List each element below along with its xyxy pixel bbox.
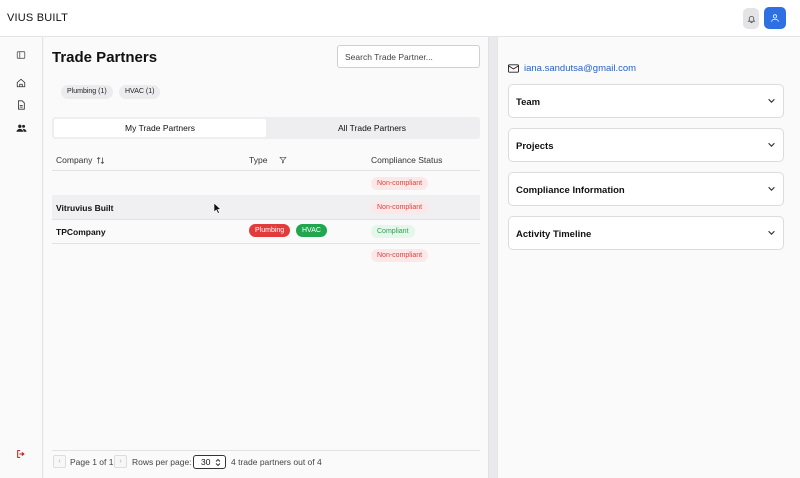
- chevron-updown-icon: [215, 459, 221, 466]
- logout-icon: [17, 450, 25, 458]
- status-badge: Compliant: [371, 225, 415, 238]
- filter-icon: [279, 157, 288, 164]
- accordion-title: Compliance Information: [516, 185, 625, 196]
- column-label-compliance: Compliance Status: [371, 155, 443, 165]
- accordion-team[interactable]: Team: [508, 84, 784, 118]
- accordion-title: Projects: [516, 141, 554, 152]
- cell-company: Vitruvius Built: [56, 203, 114, 213]
- accordion-title: Team: [516, 97, 541, 108]
- app-brand[interactable]: VIUS BUILT: [7, 12, 68, 24]
- results-summary: 4 trade partners out of 4: [231, 457, 322, 467]
- table-row[interactable]: TPCompany Plumbing HVAC Compliant: [52, 219, 480, 243]
- chevron-down-icon: [768, 230, 775, 235]
- type-tag-hvac: HVAC: [296, 224, 327, 237]
- sidebar: [0, 37, 43, 478]
- mouse-cursor-icon: [214, 203, 222, 214]
- panel-toggle-icon: [16, 51, 26, 59]
- document-icon: [18, 100, 25, 110]
- notifications-button[interactable]: [743, 8, 759, 29]
- rows-per-page-value: 30: [201, 457, 211, 467]
- user-icon: [771, 14, 779, 22]
- mail-icon: [508, 64, 519, 73]
- chevron-down-icon: [768, 142, 775, 147]
- next-page-button[interactable]: ›: [114, 455, 127, 468]
- column-label-company: Company: [56, 155, 93, 165]
- type-tag-plumbing: Plumbing: [249, 224, 291, 237]
- tab-all-trade-partners[interactable]: All Trade Partners: [266, 119, 478, 137]
- sidebar-toggle-button[interactable]: [15, 49, 27, 61]
- top-bar: VIUS BUILT: [0, 0, 800, 37]
- status-badge: Non-compliant: [371, 177, 429, 190]
- user-menu-button[interactable]: [764, 7, 786, 29]
- users-icon: [16, 124, 26, 132]
- chevron-down-icon: [768, 98, 775, 103]
- rows-per-page-label: Rows per page:: [132, 457, 192, 467]
- column-label-type: Type: [249, 155, 268, 165]
- filter-chip-plumbing[interactable]: Plumbing (1): [61, 85, 113, 99]
- sort-icon: [97, 156, 105, 164]
- footer-divider: [52, 450, 480, 451]
- accordion-compliance-information[interactable]: Compliance Information: [508, 172, 784, 206]
- column-header-company[interactable]: Company: [56, 155, 105, 165]
- partner-details-panel: iana.sandutsa@gmail.com Team Projects Co…: [497, 37, 800, 478]
- tab-my-trade-partners[interactable]: My Trade Partners: [54, 119, 266, 137]
- status-badge: Non-compliant: [371, 201, 429, 214]
- table-row[interactable]: Non-compliant: [52, 171, 480, 195]
- page-indicator: Page 1 of 1: [70, 457, 114, 467]
- search-input[interactable]: [337, 45, 480, 68]
- pagination-bar: ‹ Page 1 of 1 › Rows per page: 30 4 trad…: [52, 453, 480, 471]
- column-header-compliance: Compliance Status: [371, 155, 442, 165]
- accordion-title: Activity Timeline: [516, 229, 592, 240]
- main-content: Trade Partners Plumbing (1) HVAC (1) My …: [44, 37, 488, 478]
- table-row[interactable]: Vitruvius Built Non-compliant: [52, 195, 480, 219]
- contact-email-link[interactable]: iana.sandutsa@gmail.com: [524, 63, 636, 74]
- rows-per-page-select[interactable]: 30: [193, 455, 226, 469]
- sidebar-item-home[interactable]: [15, 77, 27, 89]
- column-header-type[interactable]: Type: [249, 155, 288, 165]
- accordion-projects[interactable]: Projects: [508, 128, 784, 162]
- accordion-activity-timeline[interactable]: Activity Timeline: [508, 216, 784, 250]
- contact-email-row: iana.sandutsa@gmail.com: [508, 63, 636, 74]
- partner-tabs: My Trade Partners All Trade Partners: [52, 117, 480, 139]
- chevron-down-icon: [768, 186, 775, 191]
- table-row[interactable]: Non-compliant: [52, 243, 480, 267]
- bell-icon: [747, 15, 755, 23]
- prev-page-button[interactable]: ‹: [53, 455, 66, 468]
- cell-company: TPCompany: [56, 227, 106, 237]
- status-badge: Non-compliant: [371, 249, 429, 262]
- sidebar-item-trade-partners[interactable]: [15, 122, 27, 134]
- sidebar-item-documents[interactable]: [15, 99, 27, 111]
- page-title: Trade Partners: [52, 49, 158, 66]
- home-icon: [16, 78, 26, 88]
- scrollbar[interactable]: [488, 37, 497, 478]
- filter-chip-hvac[interactable]: HVAC (1): [119, 85, 161, 99]
- logout-button[interactable]: [15, 448, 27, 460]
